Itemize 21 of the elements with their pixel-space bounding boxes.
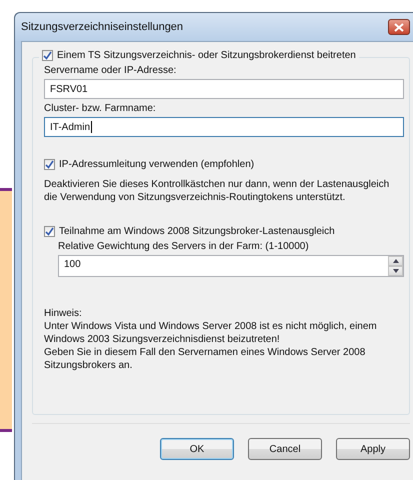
checkbox-label: IP-Adressumleitung verwenden (empfohlen) [59, 159, 254, 170]
checkbox-label: Teilnahme am Windows 2008 Sitzungsbroker-Lastenausgleich [59, 226, 335, 237]
close-button[interactable] [388, 19, 410, 35]
hint-text: Hinweis: [44, 307, 83, 320]
checkbox[interactable] [44, 159, 55, 170]
field-label: Cluster- bzw. Farmname: [44, 103, 157, 114]
field-label: Relative Gewichtung des Servers in der Farm: (1-10000) [58, 241, 310, 252]
dialog-button[interactable]: Cancel [248, 438, 322, 460]
checkbox[interactable] [44, 226, 55, 237]
dialog-button[interactable]: OK [160, 438, 234, 460]
close-icon [394, 22, 404, 32]
dialog-button[interactable]: Apply [336, 438, 410, 460]
hint-text: Geben Sie in diesem Fall den Servernamen eines Windows Server 2008 Sitzungsbrokers an. [44, 346, 366, 372]
checkbox[interactable] [42, 50, 53, 61]
field-label: Servername oder IP-Adresse: [44, 65, 178, 76]
checkbox-label: Einem TS Sitzungsverzeichnis- oder Sitzungsbrokerdienst beitreten [57, 50, 356, 61]
text-field[interactable]: IT-Admin [44, 117, 404, 137]
text-field[interactable]: FSRV01 [44, 79, 404, 99]
hint-text: Unter Windows Vista und Windows Server 2008 ist es nicht möglich, einem Windows 2003 Sizungsverzeichnisdienst beizutreten! [44, 320, 378, 346]
description-text: Deaktivieren Sie dieses Kontrollkästchen nur dann, wenn der Lastenausgleich die Verwendung von Sitzungsverzeichnis-Routingtokens unterstützt. [44, 178, 390, 204]
window-title: Sitzungsverzeichniseinstellungen [21, 21, 184, 33]
